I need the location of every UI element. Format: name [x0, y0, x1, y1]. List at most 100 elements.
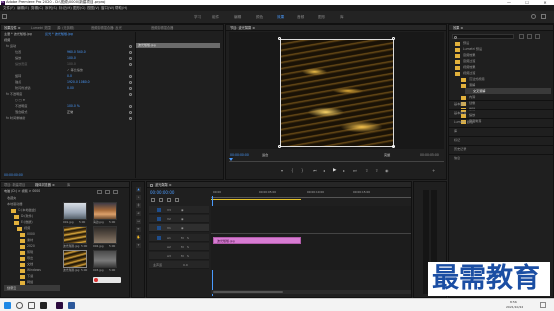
home-icon[interactable]	[2, 14, 7, 19]
slip-tool-icon[interactable]: ↔	[136, 219, 141, 224]
sort-icon[interactable]	[113, 190, 118, 194]
accelerated-filter-icon[interactable]	[519, 34, 524, 39]
thumbnail[interactable]	[63, 202, 87, 220]
tree-item-audio-transitions[interactable]: 音频过渡	[463, 59, 475, 64]
eye-icon[interactable]: ◉	[181, 217, 184, 221]
view-icon[interactable]	[105, 190, 110, 194]
transform-handle[interactable]	[278, 37, 281, 40]
tab-audio-mixer[interactable]: 音频剪辑混合器	[151, 25, 173, 31]
keyframe-icon[interactable]	[129, 105, 132, 108]
selection-tool-icon[interactable]: ▲	[136, 187, 141, 192]
type-tool-icon[interactable]: T	[136, 243, 141, 248]
step-back-icon[interactable]: ◂	[323, 168, 325, 174]
tree-item[interactable]: C:(本地磁盘)	[18, 208, 36, 213]
tree-item-presets[interactable]: 预设	[463, 41, 469, 46]
rotation-value[interactable]: 0.0	[67, 74, 72, 79]
ime-toolbar[interactable]	[93, 277, 121, 283]
keyframe-icon[interactable]	[129, 57, 132, 60]
mute-icon[interactable]: M	[181, 254, 184, 258]
notification-icon[interactable]	[540, 302, 546, 308]
yuv-filter-icon[interactable]	[535, 34, 540, 39]
browse-path[interactable]: 电脑 (D:) > 视频 > 0000	[4, 189, 40, 194]
mask-tools[interactable]: ○ □ ✒	[15, 98, 25, 103]
tab-audio-clip-mixer[interactable]: 音频剪辑混合器: 反光	[91, 25, 122, 31]
thumbnail[interactable]	[93, 250, 117, 268]
track-label[interactable]: A3	[167, 252, 171, 260]
export-frame-icon[interactable]: ◉	[385, 168, 389, 174]
mute-icon[interactable]: M	[181, 245, 184, 249]
search-icon[interactable]	[531, 14, 536, 19]
tree-item[interactable]: 2020	[27, 244, 35, 249]
timeline-clip[interactable]: 波光粼粼.jpg	[213, 237, 301, 244]
marker-icon[interactable]: ▾	[281, 168, 283, 174]
antiflicker-value[interactable]: 0.00	[67, 86, 74, 91]
tree-item-iris[interactable]: 划像	[469, 101, 475, 106]
tree-item[interactable]: Windows	[27, 268, 41, 273]
tree-item[interactable]: 导出	[27, 256, 33, 261]
tree-item-video-transitions[interactable]: 视频过渡	[463, 71, 475, 76]
track-target-icon[interactable]	[157, 236, 161, 240]
tab-program[interactable]: 节目: 波光粼粼 ≡	[230, 25, 255, 31]
panel-markers[interactable]: 标记	[454, 138, 460, 143]
position-value[interactable]: 960.0 540.0	[67, 50, 86, 55]
track-target-icon[interactable]	[157, 217, 161, 221]
master-clip-label[interactable]: 主要 * 波光粼粼.jpg	[4, 32, 32, 37]
keyframe-icon[interactable]	[129, 75, 132, 78]
keyframe-icon[interactable]	[129, 111, 132, 114]
mute-icon[interactable]: M	[181, 236, 184, 240]
tree-item[interactable]: 视频	[24, 226, 30, 231]
premiere-taskbar-icon[interactable]	[56, 302, 63, 309]
blend-mode-value[interactable]: 正常	[67, 110, 73, 115]
eye-icon[interactable]: ◉	[181, 208, 184, 212]
tree-item[interactable]: 收藏夹	[7, 196, 16, 201]
transform-handle[interactable]	[392, 37, 395, 40]
quality-dropdown[interactable]: 完整	[384, 153, 390, 158]
track-target-icon[interactable]	[157, 226, 161, 230]
workspace-graphics[interactable]: 图形	[318, 14, 325, 20]
track-label[interactable]: A1	[167, 234, 171, 242]
tab-sequence[interactable]: 波光粼粼 ≡	[155, 182, 171, 188]
eye-icon[interactable]: ◉	[181, 226, 184, 230]
snap-icon[interactable]	[151, 198, 155, 202]
scale-value[interactable]: 100.0	[67, 56, 76, 61]
program-scrubber[interactable]	[229, 159, 444, 162]
workspace-editing[interactable]: 编辑	[234, 14, 241, 20]
tree-item[interactable]: 文档	[27, 262, 33, 267]
tab-libraries[interactable]: 库	[67, 182, 70, 188]
tree-item[interactable]: E:(数据)	[21, 220, 33, 225]
clock-date[interactable]: 2021/10/22	[506, 305, 523, 310]
tab-lumetri-scopes[interactable]: Lumetri 范围	[31, 25, 51, 31]
clip-chip[interactable]: 波光粼粼.jpg	[136, 43, 220, 48]
anchor-value[interactable]: 1920.0 1080.0	[67, 80, 90, 85]
go-to-out-icon[interactable]: ⏭	[353, 168, 357, 174]
time-ruler[interactable]	[211, 195, 411, 198]
effects-search-input[interactable]	[452, 34, 514, 39]
step-forward-icon[interactable]: ▸	[343, 168, 345, 174]
track-target-icon[interactable]	[157, 208, 161, 212]
32bit-filter-icon[interactable]	[527, 34, 532, 39]
tree-item[interactable]: 本地驱动器	[7, 202, 22, 207]
thumbnail[interactable]	[93, 202, 117, 220]
tree-item-lumetri-presets[interactable]: Lumetri 预设	[463, 47, 482, 52]
reset-icon[interactable]	[129, 93, 132, 96]
keyframe-icon[interactable]	[129, 63, 132, 66]
reset-icon[interactable]	[129, 117, 132, 120]
horizontal-scrollbar[interactable]	[211, 290, 411, 294]
solo-icon[interactable]: S	[187, 245, 189, 249]
panel-essential-graphics[interactable]: 基本图形	[454, 102, 466, 107]
tab-source[interactable]: 源: (无剪辑)	[57, 25, 74, 31]
time-remap-label[interactable]: fx 时间重映射	[6, 116, 25, 121]
workspace-effects[interactable]: 效果	[277, 14, 284, 20]
fit-dropdown[interactable]: 适合	[262, 153, 268, 158]
keyframe-icon[interactable]	[129, 87, 132, 90]
extract-icon[interactable]: ⇪	[375, 168, 378, 174]
thumbnail-selected[interactable]	[63, 250, 87, 268]
track-label[interactable]: A2	[167, 243, 171, 251]
playhead-icon[interactable]	[229, 158, 233, 161]
track-label[interactable]: V3	[167, 206, 171, 214]
panel-libraries[interactable]: 库	[454, 129, 457, 134]
transform-handle[interactable]	[278, 145, 281, 148]
effect-controls-timecode[interactable]: 00:00:00:00	[4, 173, 23, 178]
reset-icon[interactable]	[129, 45, 132, 48]
thumbnail[interactable]	[63, 226, 87, 244]
